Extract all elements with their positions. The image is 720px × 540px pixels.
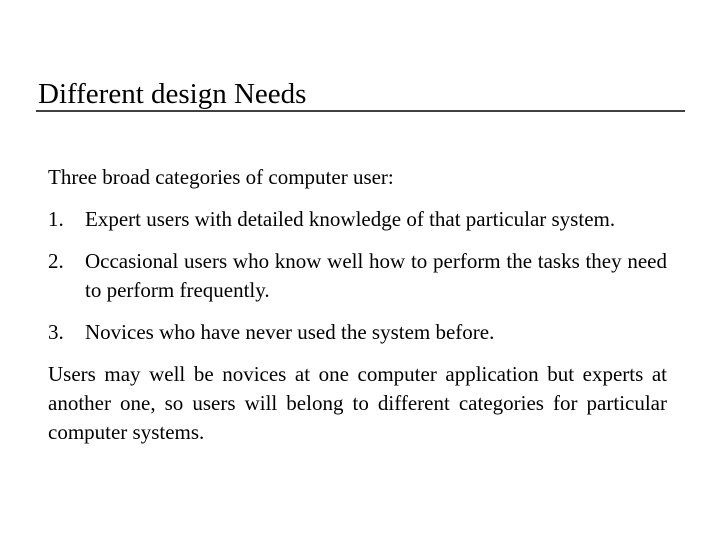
slide-body: Three broad categories of computer user:…: [48, 163, 667, 447]
user-categories-list: 1. Expert users with detailed knowledge …: [48, 205, 667, 347]
list-item: 1. Expert users with detailed knowledge …: [48, 205, 667, 234]
title-underline: [36, 110, 685, 112]
list-number: 3.: [48, 320, 64, 344]
list-item: 3. Novices who have never used the syste…: [48, 318, 667, 347]
list-item-text: Occasional users who know well how to pe…: [85, 249, 667, 302]
list-number: 1.: [48, 207, 64, 231]
closing-paragraph: Users may well be novices at one compute…: [48, 362, 667, 444]
intro-text: Three broad categories of computer user:: [48, 165, 394, 189]
list-item-text: Expert users with detailed knowledge of …: [85, 207, 616, 231]
list-item-text: Novices who have never used the system b…: [85, 320, 495, 344]
list-item: 2. Occasional users who know well how to…: [48, 247, 667, 305]
slide-title: Different design Needs: [38, 78, 307, 110]
list-number: 2.: [48, 249, 64, 273]
